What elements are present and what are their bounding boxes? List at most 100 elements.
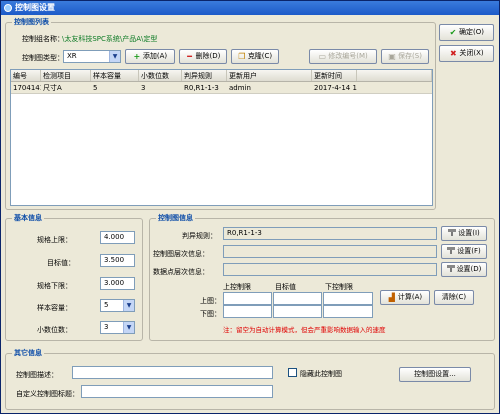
column-header[interactable]: 样本容量	[91, 70, 139, 81]
chart-layer-settings-button[interactable]: 设置(F)	[441, 244, 487, 259]
calculation-note: 注：留空为自动计算模式，但会严重影响数据输入的速度	[223, 326, 386, 334]
sample-size-value: 5	[104, 301, 109, 309]
hide-chart-label: 隐藏此控制图	[300, 370, 342, 378]
sample-size-select[interactable]: 5 ▼	[100, 299, 135, 312]
lsl-label: 规格下限：	[37, 282, 72, 290]
copy-button[interactable]: ❐ 克隆(C)	[231, 49, 279, 64]
cell-extra	[357, 82, 432, 93]
app-icon	[4, 4, 12, 12]
column-header[interactable]: 检测项目	[41, 70, 91, 81]
column-header[interactable]: 判异规则	[182, 70, 227, 81]
custom-title-input[interactable]	[81, 385, 273, 398]
chevron-down-icon: ▼	[109, 51, 120, 62]
cell-time: 2017-4-14 14:47:02	[314, 84, 357, 92]
chart-type-value: XR	[67, 52, 77, 60]
lcl-column-label: 下控制限	[325, 283, 353, 291]
basic-info-title: 基本信息	[12, 213, 44, 223]
filter-icon	[446, 265, 455, 272]
cell-rules: R0,R1-1-3	[184, 84, 219, 92]
chart-layout-button[interactable]: 控制图设置...	[399, 367, 471, 382]
edit-number-button[interactable]: ▭ 修改编号(M)	[309, 49, 377, 64]
column-header[interactable]: 编号	[11, 70, 41, 81]
column-header[interactable]: 小数位数	[139, 70, 182, 81]
chart-type-select[interactable]: XR ▼	[63, 50, 121, 63]
column-header[interactable]	[357, 70, 432, 81]
filter-icon	[448, 229, 457, 236]
cell-sample-size: 5	[93, 84, 98, 92]
close-icon: ✖	[450, 49, 457, 58]
lower-ucl-input[interactable]	[223, 305, 272, 318]
close-button-label: 关闭(X)	[459, 49, 484, 57]
table-header: 编号 检测项目 样本容量 小数位数 判异规则 更新用户 更新时间	[11, 70, 432, 82]
target-label: 目标值：	[47, 259, 75, 267]
save-button[interactable]: ▣ 保存(S)	[381, 49, 429, 64]
sample-size-label: 样本容量：	[37, 304, 72, 312]
upper-cl-input[interactable]	[273, 292, 322, 305]
decimals-value: 3	[104, 323, 109, 331]
delete-button-label: 删除(D)	[195, 52, 221, 60]
cell-decimals: 3	[141, 84, 146, 92]
group-name-label: 控制组名称：	[22, 35, 64, 43]
calculate-label: 计算(A)	[397, 293, 423, 301]
save-icon: ▣	[388, 52, 396, 61]
description-input[interactable]	[72, 366, 273, 379]
cell-user: admin	[229, 84, 251, 92]
add-button-label: 添加(A)	[142, 52, 168, 60]
usl-input[interactable]: 4.000	[100, 231, 135, 244]
edit-icon: ▭	[318, 52, 327, 61]
filter-icon	[447, 247, 456, 254]
lower-lcl-input[interactable]	[323, 305, 373, 318]
chevron-down-icon: ▼	[123, 300, 134, 311]
rule-settings-button[interactable]: 设置(I)	[441, 226, 487, 241]
copy-icon: ❐	[238, 52, 246, 61]
delete-button[interactable]: ━ 删除(D)	[179, 49, 227, 64]
data-layer-label: 数据点层次信息：	[153, 268, 209, 276]
ok-button[interactable]: ✔ 确定(O)	[439, 24, 494, 41]
hide-chart-checkbox[interactable]	[288, 368, 297, 377]
decimals-select[interactable]: 3 ▼	[100, 321, 135, 334]
chart-layout-label: 控制图设置...	[414, 370, 456, 378]
clear-label: 清除(C)	[441, 293, 467, 301]
chart-layer-settings-label: 设置(F)	[457, 247, 481, 255]
lsl-input[interactable]: 3.000	[100, 277, 135, 290]
group-name-value: \太友科技SPC系统\产品A\定型	[62, 35, 158, 43]
chart-layer-label: 控制图层次信息：	[153, 250, 209, 258]
table-row[interactable]: 1704141... 尺寸A 5 3 R0,R1-1-3 admin 2017-…	[11, 82, 432, 94]
lower-cl-input[interactable]	[273, 305, 322, 318]
chevron-down-icon: ▼	[123, 322, 134, 333]
column-header[interactable]: 更新用户	[227, 70, 312, 81]
bar-chart-icon: ▟	[388, 293, 395, 302]
rule-input[interactable]: R0,R1-1-3	[223, 227, 437, 240]
rule-settings-label: 设置(I)	[458, 229, 480, 237]
data-layer-settings-button[interactable]: 设置(D)	[441, 262, 487, 277]
column-header[interactable]: 更新时间	[312, 70, 357, 81]
ok-button-label: 确定(O)	[459, 28, 484, 36]
custom-title-label: 自定义控制图标题：	[16, 390, 79, 398]
cell-number: 1704141...	[13, 84, 41, 92]
cell-item: 尺寸A	[43, 84, 62, 92]
chart-list-table[interactable]: 编号 检测项目 样本容量 小数位数 判异规则 更新用户 更新时间 1704141…	[10, 69, 433, 206]
chart-layer-input[interactable]	[223, 245, 437, 258]
copy-button-label: 克隆(C)	[247, 52, 273, 60]
lower-chart-label: 下图：	[200, 310, 221, 318]
ucl-column-label: 上控制限	[223, 283, 251, 291]
close-button[interactable]: ✖ 关闭(X)	[439, 45, 494, 62]
description-label: 控制图描述：	[16, 371, 58, 379]
upper-ucl-input[interactable]	[223, 292, 272, 305]
target-input[interactable]: 3.500	[100, 254, 135, 267]
delete-icon: ━	[187, 52, 192, 61]
save-button-label: 保存(S)	[398, 52, 422, 60]
upper-lcl-input[interactable]	[323, 292, 373, 305]
usl-label: 规格上限：	[37, 236, 72, 244]
cl-column-label: 目标值	[275, 283, 296, 291]
rule-label: 判异规则：	[182, 232, 217, 240]
clear-button[interactable]: 清除(C)	[434, 290, 474, 305]
data-layer-settings-label: 设置(D)	[456, 265, 482, 273]
title-bar[interactable]: 控制图设置	[1, 1, 499, 15]
add-button[interactable]: + 添加(A)	[125, 49, 175, 64]
chart-type-label: 控制图类型：	[22, 54, 64, 62]
data-layer-input[interactable]	[223, 263, 437, 276]
other-info-title: 其它信息	[12, 348, 44, 358]
edit-number-label: 修改编号(M)	[328, 52, 368, 60]
calculate-button[interactable]: ▟ 计算(A)	[380, 290, 430, 305]
